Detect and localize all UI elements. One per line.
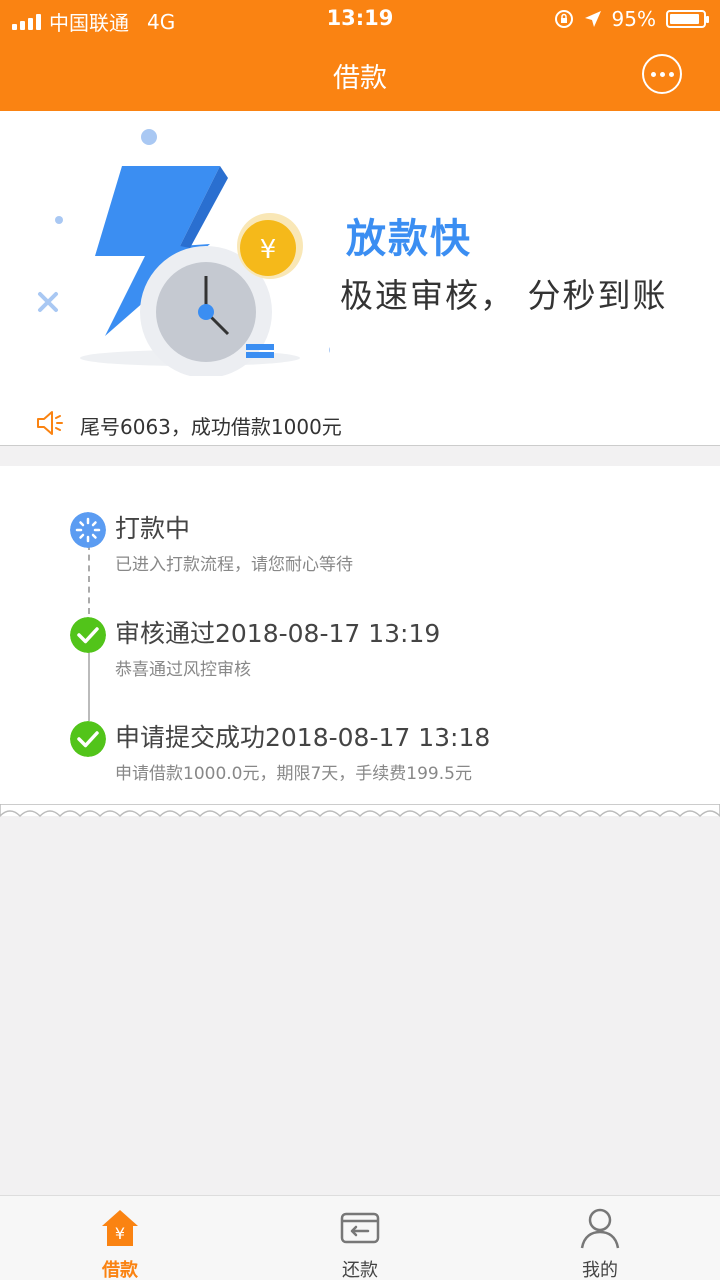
step-description: 已进入打款流程，请您耐心等待 (115, 555, 353, 575)
check-circle-icon (70, 721, 106, 757)
notice-bar: 尾号6063，成功借款1000元 (0, 401, 720, 446)
card-wavy-edge (0, 804, 720, 818)
more-dots-icon (650, 71, 656, 77)
top-bar: 中国联通 4G 13:19 95% 借款 (0, 0, 720, 111)
timeline-connector-dashed (88, 544, 90, 614)
tab-borrow[interactable]: ¥ 借款 (0, 1196, 240, 1280)
location-icon (584, 11, 601, 27)
tab-repay[interactable]: 还款 (240, 1196, 480, 1280)
loan-progress-card: 打款中 已进入打款流程，请您耐心等待 审核通过2018-08-17 13:19 … (0, 466, 720, 816)
status-bar: 中国联通 4G 13:19 95% (0, 0, 720, 38)
orientation-lock-icon (554, 10, 573, 28)
home-yuan-symbol: ¥ (115, 1224, 125, 1243)
promo-banner: ¥ 放款快 极速审核， 分秒到账 尾号6063，成功借款1000元 (0, 111, 720, 446)
timeline-connector-solid (88, 651, 90, 721)
coin-yuan-symbol: ¥ (260, 235, 277, 265)
more-dot (668, 71, 674, 77)
step-title: 申请提交成功2018-08-17 13:18 (115, 723, 491, 752)
fast-loan-illustration: ¥ (38, 129, 330, 376)
user-icon (580, 1208, 620, 1249)
step-description: 申请借款1000.0元，期限7天，手续费199.5元 (115, 764, 472, 784)
battery-percent: 95% (611, 7, 656, 31)
more-options-button[interactable] (642, 54, 682, 94)
step-title: 审核通过2018-08-17 13:19 (115, 619, 441, 648)
step-description: 恭喜通过风控审核 (115, 660, 251, 680)
banner-subtitle: 极速审核， 分秒到账 (340, 276, 668, 315)
banner-title: 放款快 (346, 216, 472, 262)
home-yuan-icon: ¥ (102, 1210, 138, 1246)
page-title: 借款 (333, 63, 387, 94)
speaker-icon (37, 411, 63, 435)
check-circle-icon (70, 617, 106, 653)
notice-text: 尾号6063，成功借款1000元 (80, 415, 342, 439)
loading-spinner-icon (70, 512, 106, 548)
status-right: 95% (554, 7, 709, 31)
battery-icon (666, 10, 709, 28)
tab-mine[interactable]: 我的 (480, 1196, 720, 1280)
more-dot (659, 71, 665, 77)
tab-label: 还款 (342, 1260, 378, 1280)
tab-label: 我的 (582, 1260, 618, 1280)
tab-label: 借款 (102, 1260, 138, 1280)
repay-card-icon (340, 1212, 380, 1244)
step-title: 打款中 (115, 514, 191, 543)
bottom-tab-bar: ¥ 借款 还款 我的 (0, 1195, 720, 1280)
